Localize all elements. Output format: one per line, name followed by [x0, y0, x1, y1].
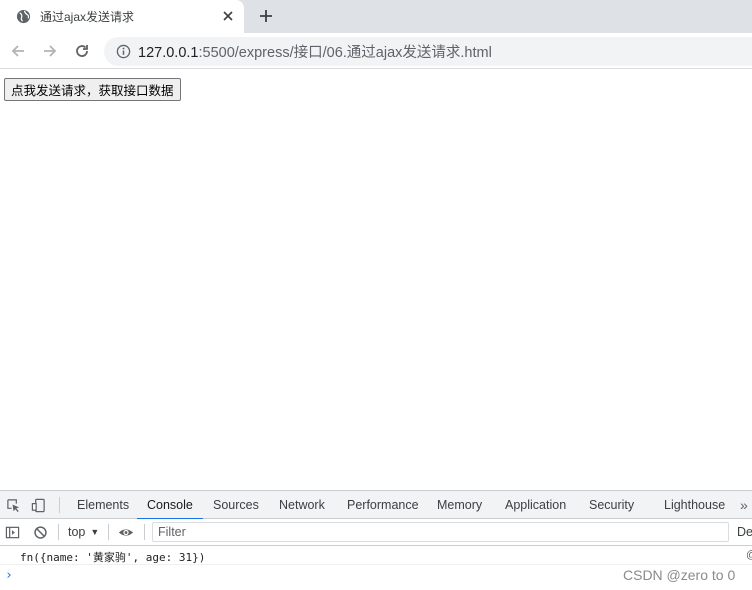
tab-memory[interactable]: Memory — [437, 491, 482, 519]
page-content: 点我发送请求，获取接口数据 — [0, 70, 752, 490]
url-host: 127.0.0.1 — [138, 45, 199, 61]
tab-network[interactable]: Network — [279, 491, 325, 519]
back-arrow-icon[interactable] — [8, 41, 28, 61]
console-output: fn({name: '黄家驹', age: 31}) @ › CSDN @zer… — [0, 546, 752, 590]
address-bar[interactable]: 127.0.0.1:5500/express/接口/06.通过ajax发送请求.… — [104, 37, 752, 66]
tab-application[interactable]: Application — [505, 491, 566, 519]
plus-icon[interactable] — [256, 6, 276, 26]
console-toolbar: top ▼ Filter De — [0, 519, 752, 546]
dropdown-arrow-icon: ▼ — [90, 527, 100, 537]
separator — [144, 524, 145, 540]
devtools-tabbar: Elements Console Sources Network Perform… — [0, 491, 752, 520]
tab-security[interactable]: Security — [589, 491, 634, 519]
forward-arrow-icon[interactable] — [40, 41, 60, 61]
clear-console-icon[interactable] — [32, 524, 48, 540]
tab-sources[interactable]: Sources — [213, 491, 259, 519]
sidebar-toggle-icon[interactable] — [4, 524, 20, 540]
browser-toolbar: 127.0.0.1:5500/express/接口/06.通过ajax发送请求.… — [0, 33, 752, 69]
filter-input[interactable]: Filter — [152, 522, 729, 542]
tab-strip: 通过ajax发送请求 — [0, 0, 752, 33]
url-text: 127.0.0.1:5500/express/接口/06.通过ajax发送请求.… — [138, 41, 492, 62]
tab-elements[interactable]: Elements — [77, 491, 129, 519]
context-selector[interactable]: top ▼ — [68, 523, 99, 541]
context-label: top — [68, 525, 86, 539]
info-icon[interactable] — [115, 44, 131, 60]
separator — [58, 524, 59, 540]
console-log-text: fn({name: '黄家驹', age: 31}) — [20, 551, 206, 564]
tab-title: 通过ajax发送请求 — [40, 10, 135, 24]
eye-icon[interactable] — [118, 524, 134, 540]
reload-icon[interactable] — [72, 41, 92, 61]
url-path: :5500/express/接口/06.通过ajax发送请求.html — [198, 45, 492, 61]
tab-lighthouse[interactable]: Lighthouse — [664, 491, 725, 519]
console-prompt-icon[interactable]: › — [5, 568, 13, 583]
tab-performance[interactable]: Performance — [347, 491, 419, 519]
more-tabs-chevron-icon[interactable]: » — [740, 491, 748, 519]
watermark: CSDN @zero to 0 — [623, 567, 736, 583]
console-log-row: fn({name: '黄家驹', age: 31}) @ — [0, 546, 752, 565]
separator — [59, 497, 60, 513]
globe-icon — [16, 9, 31, 24]
device-toolbar-icon[interactable] — [30, 497, 46, 513]
separator — [108, 524, 109, 540]
inspect-element-icon[interactable] — [5, 497, 21, 513]
tab-console[interactable]: Console — [137, 491, 203, 520]
close-icon[interactable] — [220, 8, 236, 24]
log-levels-dropdown[interactable]: De — [737, 523, 752, 541]
send-request-button[interactable]: 点我发送请求，获取接口数据 — [4, 78, 181, 101]
console-log-source-link[interactable]: @ — [746, 549, 752, 561]
browser-tab[interactable]: 通过ajax发送请求 — [0, 0, 244, 33]
devtools-panel: Elements Console Sources Network Perform… — [0, 490, 752, 589]
